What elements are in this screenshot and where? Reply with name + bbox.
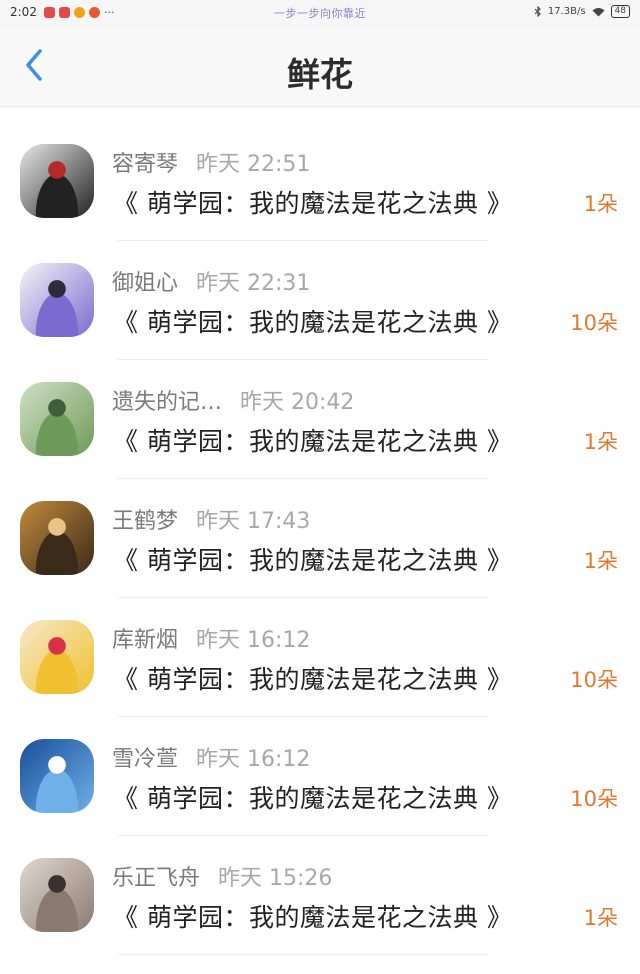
list-item[interactable]: 乐正飞舟 昨天 15:26 《 萌学园：我的魔法是花之法典 》 1朵 [0, 836, 640, 955]
bluetooth-icon [534, 6, 541, 17]
sender-name[interactable]: 库新烟 [112, 628, 178, 653]
gift-time: 昨天 16:12 [196, 628, 311, 653]
sender-name[interactable]: 雪冷萱 [112, 747, 178, 772]
flower-count: 10朵 [570, 668, 618, 692]
sender-line: 库新烟 昨天 16:12 [112, 622, 310, 654]
flower-count: 1朵 [583, 192, 618, 216]
book-title[interactable]: 《 萌学园：我的魔法是花之法典 》 [113, 898, 512, 934]
avatar[interactable] [20, 620, 94, 694]
sender-name[interactable]: 容寄琴 [112, 152, 178, 177]
gift-time: 昨天 22:31 [196, 271, 311, 296]
status-right: 17.3B/s 48 [534, 5, 630, 18]
gift-time: 昨天 16:12 [196, 747, 311, 772]
book-title[interactable]: 《 萌学园：我的魔法是花之法典 》 [113, 184, 512, 220]
sender-line: 雪冷萱 昨天 16:12 [112, 741, 310, 773]
sender-name[interactable]: 王鹤梦 [112, 509, 178, 534]
book-title[interactable]: 《 萌学园：我的魔法是花之法典 》 [113, 422, 512, 458]
sender-name[interactable]: 御姐心 [112, 271, 178, 296]
gift-time: 昨天 22:51 [196, 152, 311, 177]
sender-name[interactable]: 乐正飞舟 [112, 866, 200, 891]
list-item[interactable]: 御姐心 昨天 22:31 《 萌学园：我的魔法是花之法典 》 10朵 [0, 241, 640, 360]
page-header: 鲜花 [0, 26, 640, 107]
gift-time: 昨天 17:43 [196, 509, 311, 534]
status-bar: 2:02 ··· 一步一步向你靠近 17.3B/s 48 [0, 0, 640, 26]
page-title: 鲜花 [287, 55, 353, 94]
list-item[interactable]: 容寄琴 昨天 22:51 《 萌学园：我的魔法是花之法典 》 1朵 [0, 122, 640, 241]
book-title[interactable]: 《 萌学园：我的魔法是花之法典 》 [113, 303, 512, 339]
list-item[interactable]: 库新烟 昨天 16:12 《 萌学园：我的魔法是花之法典 》 10朵 [0, 598, 640, 717]
gift-time: 昨天 20:42 [240, 390, 355, 415]
avatar[interactable] [20, 501, 94, 575]
sender-line: 王鹤梦 昨天 17:43 [112, 503, 310, 535]
avatar[interactable] [20, 382, 94, 456]
list-item[interactable]: 王鹤梦 昨天 17:43 《 萌学园：我的魔法是花之法典 》 1朵 [0, 479, 640, 598]
sender-line: 容寄琴 昨天 22:51 [112, 146, 310, 178]
avatar[interactable] [20, 263, 94, 337]
list-item[interactable]: 遗失的记… 昨天 20:42 《 萌学园：我的魔法是花之法典 》 1朵 [0, 360, 640, 479]
avatar[interactable] [20, 739, 94, 813]
flower-count: 1朵 [583, 430, 618, 454]
sender-line: 乐正飞舟 昨天 15:26 [112, 860, 332, 892]
book-title[interactable]: 《 萌学园：我的魔法是花之法典 》 [113, 541, 512, 577]
book-title[interactable]: 《 萌学园：我的魔法是花之法典 》 [113, 660, 512, 696]
sender-line: 遗失的记… 昨天 20:42 [112, 384, 354, 416]
network-speed: 17.3B/s [547, 6, 586, 17]
gift-list: 容寄琴 昨天 22:51 《 萌学园：我的魔法是花之法典 》 1朵 御姐心 昨天 22:3… [0, 122, 640, 955]
book-title[interactable]: 《 萌学园：我的魔法是花之法典 》 [113, 779, 512, 815]
flower-count: 1朵 [583, 549, 618, 573]
wifi-icon [592, 7, 605, 16]
avatar[interactable] [20, 144, 94, 218]
flower-count: 10朵 [570, 311, 618, 335]
battery-icon: 48 [610, 5, 630, 18]
sender-name[interactable]: 遗失的记… [112, 390, 222, 415]
sender-line: 御姐心 昨天 22:31 [112, 265, 310, 297]
list-item[interactable]: 雪冷萱 昨天 16:12 《 萌学园：我的魔法是花之法典 》 10朵 [0, 717, 640, 836]
flower-count: 10朵 [570, 787, 618, 811]
gift-time: 昨天 15:26 [218, 866, 333, 891]
flower-count: 1朵 [583, 906, 618, 930]
avatar[interactable] [20, 858, 94, 932]
